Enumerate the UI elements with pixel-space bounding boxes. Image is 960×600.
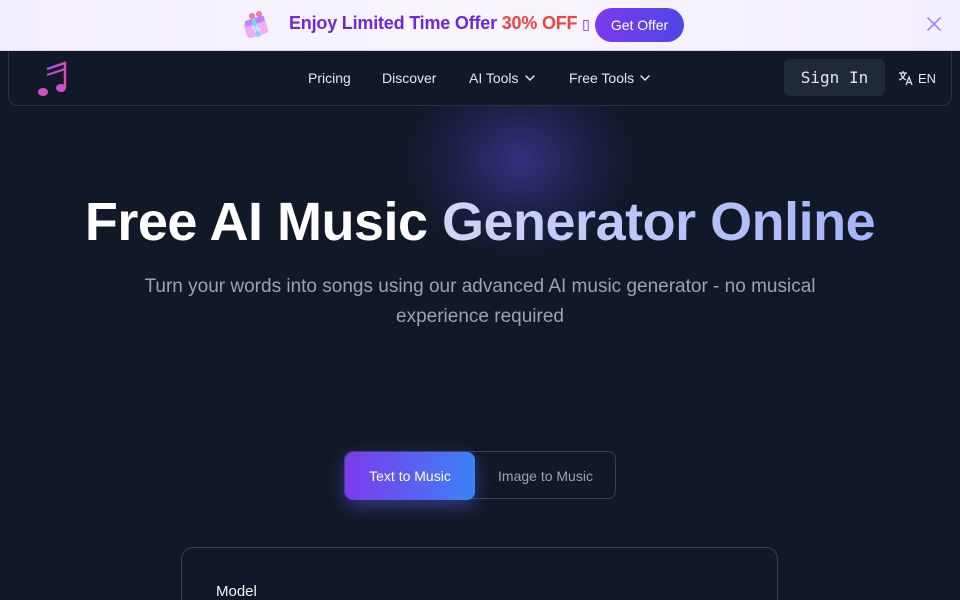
- page-title: Free AI Music Generator Online: [0, 190, 960, 254]
- get-offer-button[interactable]: Get Offer: [595, 8, 684, 42]
- nav-discover[interactable]: Discover: [382, 70, 436, 86]
- mode-tabs: Text to Music Image to Music: [344, 451, 616, 500]
- chevron-down-icon: [640, 75, 650, 82]
- nav-free-tools[interactable]: Free Tools: [569, 70, 651, 86]
- nav-ai-tools[interactable]: AI Tools: [469, 70, 536, 86]
- generator-form-card: Model: [181, 547, 778, 600]
- chevron-down-icon: [524, 75, 535, 82]
- nav-pricing[interactable]: Pricing: [308, 70, 351, 86]
- nav-ai-tools-label: AI Tools: [469, 70, 519, 86]
- navbar: Pricing Discover AI Tools Free Tools Sig…: [8, 51, 952, 106]
- sign-in-button[interactable]: Sign In: [784, 59, 885, 96]
- promo-banner: % Enjoy Limited Time Offer 30% OFF ▯ Get…: [0, 0, 960, 51]
- gift-icon: %: [243, 11, 269, 39]
- title-plain: Free AI Music: [84, 192, 442, 252]
- translate-icon: [898, 71, 913, 86]
- language-label: EN: [918, 70, 937, 86]
- tab-text-to-music[interactable]: Text to Music: [345, 452, 475, 500]
- tab-image-to-music[interactable]: Image to Music: [475, 452, 616, 500]
- title-gradient: Generator Online: [442, 192, 876, 252]
- nav-free-tools-label: Free Tools: [569, 70, 635, 86]
- promo-discount: 30% OFF: [501, 13, 578, 33]
- nav-discover-label: Discover: [382, 70, 437, 86]
- promo-text-main: Enjoy Limited Time Offer: [289, 13, 502, 33]
- nav-pricing-label: Pricing: [308, 70, 351, 86]
- model-label: Model: [216, 583, 257, 600]
- promo-glyph: ▯: [582, 16, 590, 32]
- language-selector[interactable]: EN: [898, 68, 936, 88]
- close-icon[interactable]: [924, 14, 944, 34]
- music-note-logo-icon[interactable]: [35, 59, 71, 99]
- promo-text: Enjoy Limited Time Offer 30% OFF ▯: [289, 13, 590, 35]
- hero-subtitle: Turn your words into songs using our adv…: [144, 276, 816, 327]
